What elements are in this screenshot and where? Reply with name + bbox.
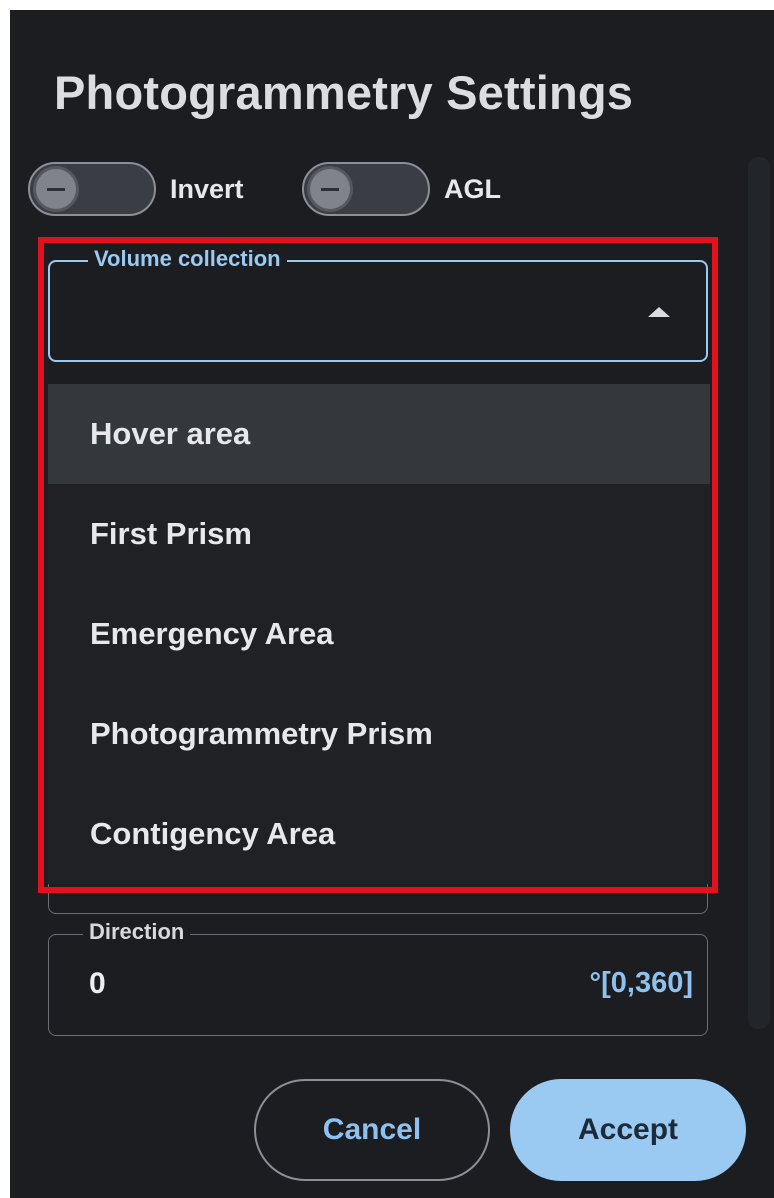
direction-range-suffix: °[0,360] xyxy=(589,967,693,999)
chevron-up-icon[interactable] xyxy=(648,307,670,317)
menu-item-photogrammetry-prism[interactable]: Photogrammetry Prism xyxy=(48,684,710,784)
menu-item-hover-area[interactable]: Hover area xyxy=(48,384,710,484)
menu-item-contigency-area[interactable]: Contigency Area xyxy=(48,784,710,884)
toggle-off-icon xyxy=(310,169,350,209)
scrollbar[interactable] xyxy=(748,157,770,1029)
agl-toggle-track[interactable] xyxy=(302,162,430,216)
photogrammetry-settings-dialog: Photogrammetry Settings Invert AGL Volum… xyxy=(10,10,774,1198)
direction-label: Direction xyxy=(83,919,191,945)
menu-item-emergency-area[interactable]: Emergency Area xyxy=(48,584,710,684)
direction-field[interactable]: Direction 0 °[0,360] xyxy=(48,919,708,1036)
invert-toggle-track[interactable] xyxy=(28,162,156,216)
volume-collection-select[interactable]: Volume collection xyxy=(48,246,708,362)
menu-item-first-prism[interactable]: First Prism xyxy=(48,484,710,584)
volume-collection-label: Volume collection xyxy=(88,246,287,272)
invert-toggle[interactable]: Invert xyxy=(28,158,244,220)
volume-collection-menu: Hover area First Prism Emergency Area Ph… xyxy=(48,384,710,884)
agl-toggle[interactable]: AGL xyxy=(302,158,501,220)
agl-toggle-label: AGL xyxy=(444,173,501,204)
invert-toggle-label: Invert xyxy=(170,173,244,204)
direction-input[interactable]: 0 xyxy=(89,967,106,1001)
accept-button[interactable]: Accept xyxy=(510,1079,746,1181)
toggle-off-icon xyxy=(36,169,76,209)
cancel-button[interactable]: Cancel xyxy=(254,1079,490,1181)
dialog-title: Photogrammetry Settings xyxy=(54,66,634,119)
